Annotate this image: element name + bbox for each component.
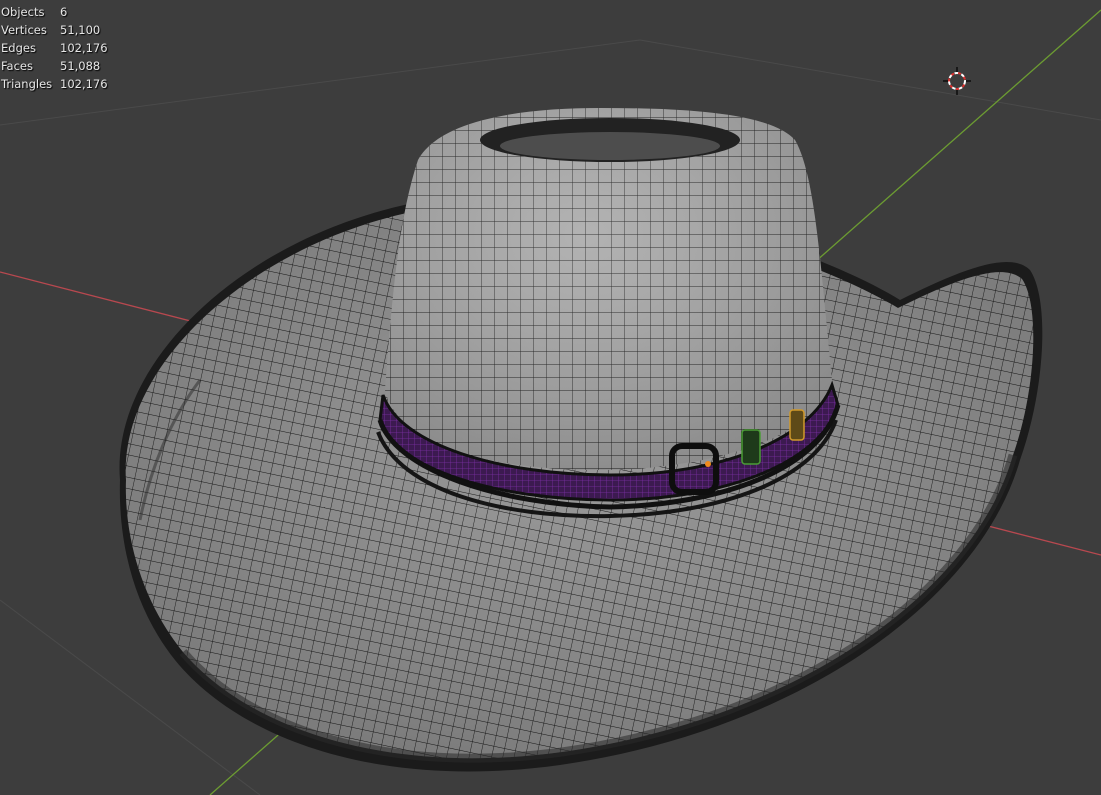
stat-value: 51,100 bbox=[60, 23, 101, 37]
stat-label: Objects bbox=[1, 5, 45, 19]
band-tip bbox=[789, 409, 805, 441]
stat-label: Edges bbox=[1, 41, 36, 55]
stat-label: Faces bbox=[1, 59, 33, 73]
stat-value: 102,176 bbox=[60, 41, 108, 55]
band-loop bbox=[741, 429, 761, 465]
viewport-scene[interactable] bbox=[0, 0, 1101, 795]
stat-row-objects: Objects 6 bbox=[1, 3, 108, 21]
3d-cursor-icon[interactable] bbox=[943, 67, 971, 95]
hat-model[interactable] bbox=[119, 108, 1043, 772]
stat-row-faces: Faces 51,088 bbox=[1, 57, 108, 75]
stat-value: 102,176 bbox=[60, 77, 108, 91]
viewport-statistics: Objects 6 Vertices 51,100 Edges 102,176 … bbox=[1, 3, 108, 93]
stat-label: Vertices bbox=[1, 23, 47, 37]
stat-label: Triangles bbox=[1, 77, 53, 91]
stat-value: 6 bbox=[60, 5, 68, 19]
stat-value: 51,088 bbox=[60, 59, 101, 73]
stat-row-triangles: Triangles 102,176 bbox=[1, 75, 108, 93]
buckle-pin bbox=[705, 461, 711, 467]
stat-row-vertices: Vertices 51,100 bbox=[1, 21, 108, 39]
3d-viewport[interactable]: Objects 6 Vertices 51,100 Edges 102,176 … bbox=[0, 0, 1101, 795]
stat-row-edges: Edges 102,176 bbox=[1, 39, 108, 57]
